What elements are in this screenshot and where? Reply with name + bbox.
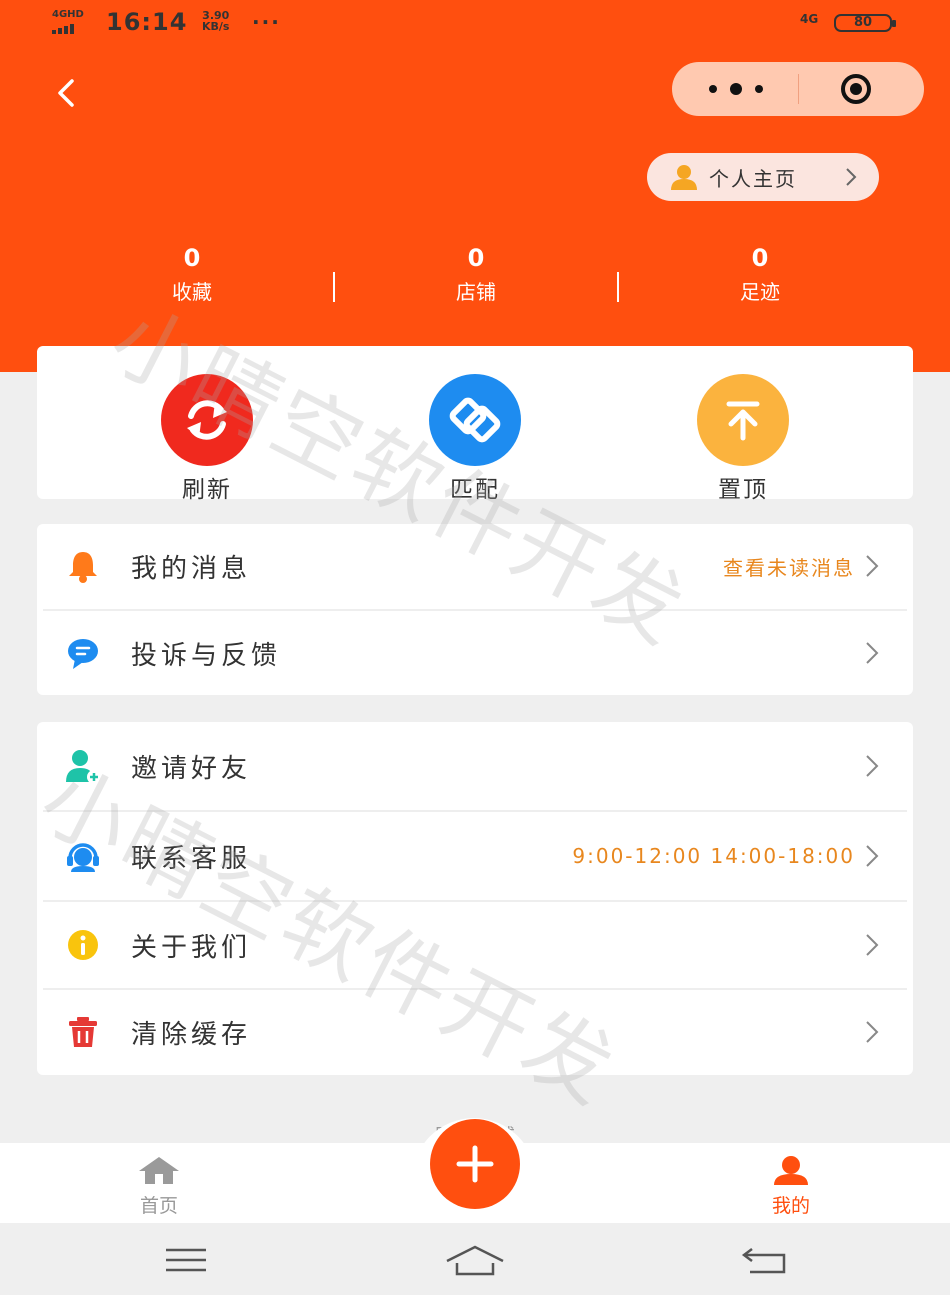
tab-home-label: 首页 — [139, 1195, 178, 1217]
chevron-left-icon — [58, 79, 74, 107]
headset-icon — [67, 843, 99, 872]
tab-home[interactable]: 首页 — [99, 1155, 219, 1218]
menu-icon[interactable] — [164, 1247, 208, 1273]
refresh-icon — [161, 374, 253, 466]
match-label: 匹配 — [450, 477, 500, 503]
miniprogram-capsule — [672, 62, 924, 116]
stat-label: 收藏 — [172, 280, 212, 304]
signal-icon — [52, 24, 74, 34]
stat-divider — [333, 272, 335, 302]
chevron-right-icon — [866, 555, 879, 577]
my-messages-label: 我的消息 — [131, 554, 252, 584]
refresh-label: 刷新 — [182, 477, 232, 503]
trash-icon — [69, 1017, 97, 1047]
complaint-feedback-row[interactable]: 投诉与反馈 — [37, 611, 913, 695]
network-speed: 3.90 KB/s — [202, 10, 229, 32]
about-us-row[interactable]: 关于我们 — [37, 902, 913, 988]
pin-top-button[interactable]: 置顶 — [673, 374, 813, 504]
plus-icon — [456, 1145, 494, 1183]
my-messages-row[interactable]: 我的消息 查看未读消息 — [37, 524, 913, 609]
speed-unit: KB/s — [202, 20, 230, 33]
chevron-right-icon — [846, 168, 857, 186]
clear-cache-label: 清除缓存 — [131, 1020, 252, 1050]
personal-homepage-label: 个人主页 — [709, 166, 797, 191]
network-type: 4GHD — [52, 9, 84, 20]
chevron-right-icon — [866, 1021, 879, 1043]
stat-value: 0 — [751, 244, 769, 272]
menu-card-general: 邀请好友 联系客服 9:00-12:00 14:00-18:00 关于我们 清除… — [37, 722, 913, 1075]
tab-mine-label: 我的 — [771, 1195, 810, 1217]
notification-dots: ··· — [252, 10, 281, 34]
chevron-right-icon — [866, 755, 879, 777]
pin-top-label: 置顶 — [718, 477, 768, 503]
chat-bubble-icon — [68, 639, 98, 669]
home-icon — [139, 1157, 179, 1184]
more-options-button[interactable] — [708, 80, 764, 98]
chevron-right-icon — [866, 642, 879, 664]
clock: 16:14 — [106, 8, 188, 36]
support-hours: 9:00-12:00 14:00-18:00 — [572, 844, 855, 868]
bell-icon — [69, 552, 97, 583]
menu-card-messages: 我的消息 查看未读消息 投诉与反馈 — [37, 524, 913, 695]
chevron-right-icon — [866, 934, 879, 956]
stat-shops[interactable]: 0 店铺 — [376, 244, 576, 305]
invite-friends-label: 邀请好友 — [131, 753, 252, 784]
about-us-label: 关于我们 — [131, 932, 252, 963]
quick-actions-card: 刷新 匹配 置顶 — [37, 346, 913, 503]
target-icon — [841, 74, 871, 104]
back-button[interactable] — [52, 76, 82, 110]
stat-divider — [617, 272, 619, 302]
match-button[interactable]: 匹配 — [405, 374, 545, 504]
publish-button[interactable] — [430, 1119, 520, 1209]
mobile-data-indicator: 4G — [800, 12, 819, 26]
personal-homepage-button[interactable]: 个人主页 — [647, 153, 879, 201]
invite-friends-row[interactable]: 邀请好友 — [37, 722, 913, 810]
match-icon — [429, 374, 521, 466]
back-nav-icon[interactable] — [740, 1245, 788, 1275]
home-nav-icon[interactable] — [444, 1243, 506, 1277]
user-icon — [671, 165, 697, 190]
chevron-right-icon — [866, 845, 879, 867]
close-miniprogram-button[interactable] — [840, 73, 872, 105]
more-dots-icon — [709, 83, 763, 95]
contact-support-label: 联系客服 — [131, 843, 252, 874]
tab-mine[interactable]: 我的 — [731, 1155, 851, 1218]
stat-favorites[interactable]: 0 收藏 — [92, 244, 292, 305]
pin-top-icon — [697, 374, 789, 466]
stat-footprints[interactable]: 0 足迹 — [660, 244, 860, 305]
status-bar: 4GHD 16:14 3.90 KB/s ··· 4G 80 — [52, 8, 902, 40]
contact-support-row[interactable]: 联系客服 9:00-12:00 14:00-18:00 — [37, 812, 913, 900]
system-nav-bar — [0, 1223, 950, 1295]
view-unread-link[interactable]: 查看未读消息 — [723, 552, 855, 581]
stat-value: 0 — [467, 244, 485, 272]
battery-icon: 80 — [834, 14, 896, 32]
complaint-feedback-label: 投诉与反馈 — [131, 640, 282, 671]
capsule-divider — [798, 74, 799, 104]
add-user-icon — [66, 750, 101, 784]
stat-label: 足迹 — [740, 280, 780, 304]
refresh-button[interactable]: 刷新 — [137, 374, 277, 504]
user-icon — [774, 1156, 808, 1185]
stat-label: 店铺 — [456, 280, 496, 304]
clear-cache-row[interactable]: 清除缓存 — [37, 990, 913, 1075]
info-icon — [68, 930, 98, 960]
stat-value: 0 — [183, 244, 201, 272]
